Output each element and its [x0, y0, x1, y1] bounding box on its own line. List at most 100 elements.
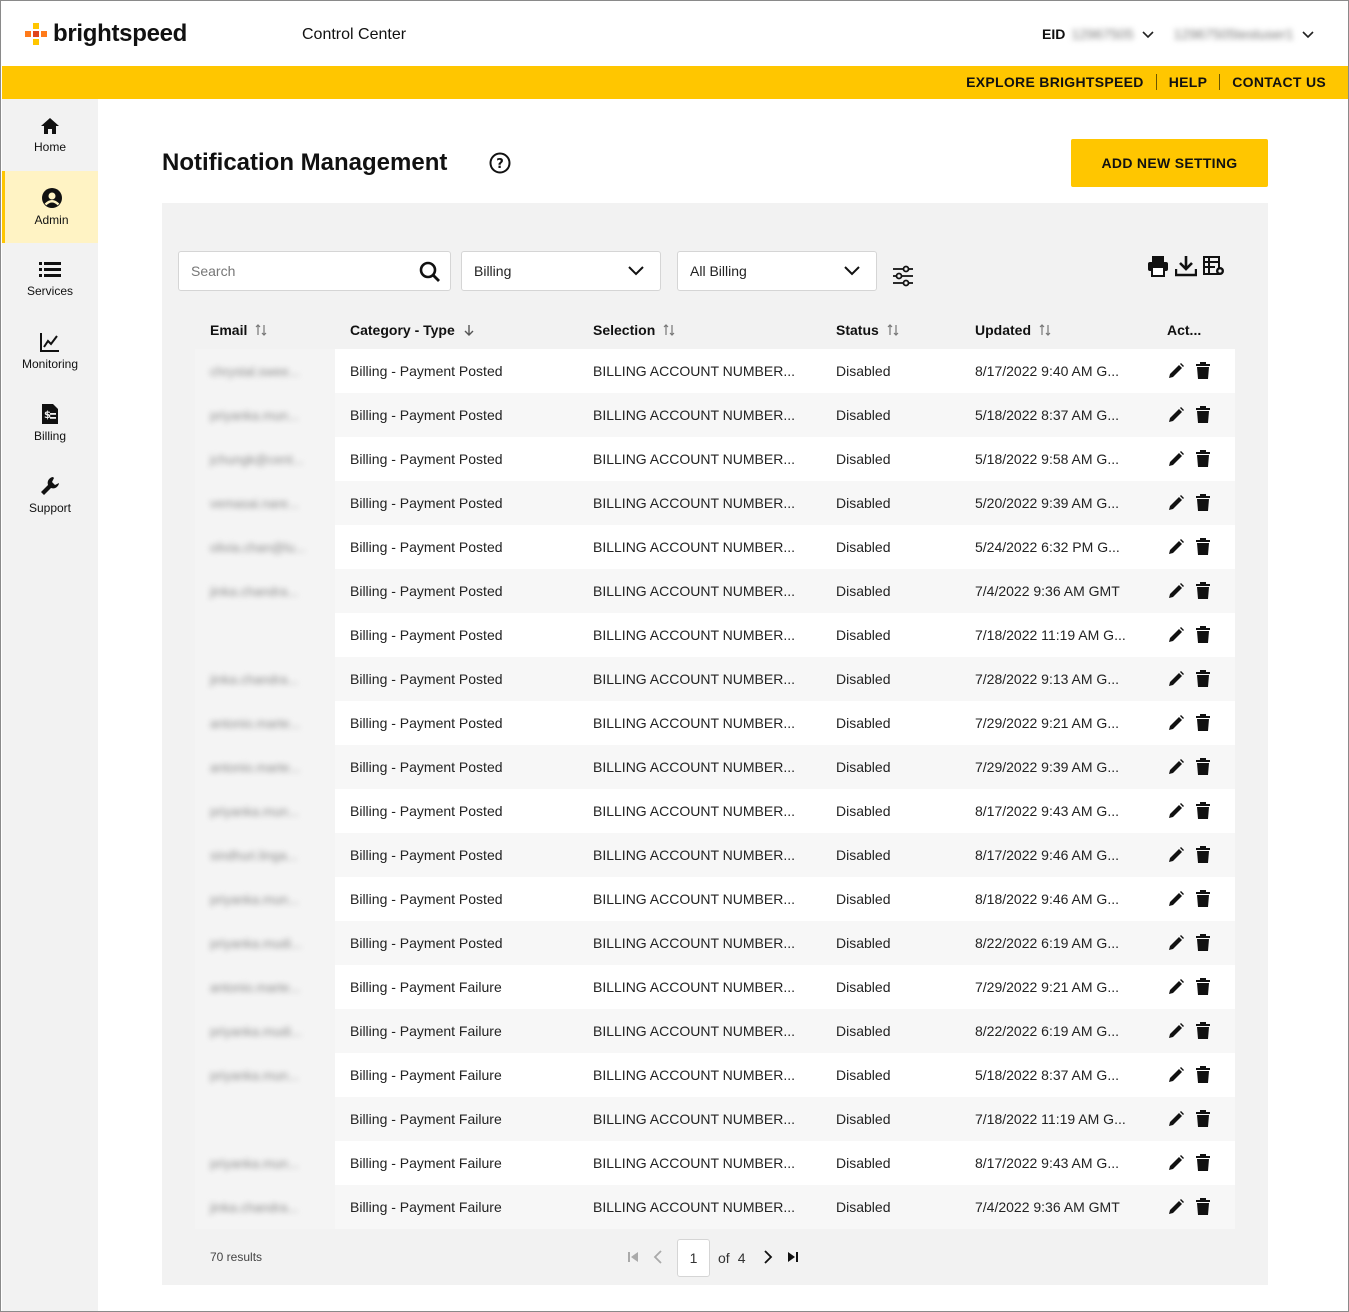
delete-trash-icon[interactable] — [1195, 1154, 1211, 1172]
delete-trash-icon[interactable] — [1195, 714, 1211, 732]
explore-brightspeed-link[interactable]: EXPLORE BRIGHTSPEED — [954, 74, 1157, 90]
updated-cell: 5/24/2022 6:32 PM G... — [975, 539, 1120, 555]
print-icon[interactable] — [1147, 255, 1169, 282]
sort-descending-icon[interactable] — [463, 324, 475, 336]
selection-cell: BILLING ACCOUNT NUMBER... — [593, 407, 796, 423]
delete-trash-icon[interactable] — [1195, 890, 1211, 908]
wrench-icon — [41, 477, 59, 495]
delete-trash-icon[interactable] — [1195, 450, 1211, 468]
help-link[interactable]: HELP — [1157, 74, 1221, 90]
first-page-icon[interactable] — [627, 1250, 639, 1266]
sort-icon[interactable] — [1039, 324, 1051, 336]
delete-trash-icon[interactable] — [1195, 362, 1211, 380]
edit-pencil-icon[interactable] — [1167, 1110, 1185, 1128]
delete-trash-icon[interactable] — [1195, 846, 1211, 864]
column-header-email[interactable]: Email — [195, 322, 335, 338]
help-circle-icon[interactable]: ? — [489, 152, 511, 179]
next-page-icon[interactable] — [763, 1249, 773, 1267]
user-chevron-down-icon[interactable] — [1301, 26, 1314, 42]
of-label: of — [718, 1250, 730, 1266]
status-cell: Disabled — [836, 759, 891, 775]
email-value: antonio.marte... — [210, 760, 301, 775]
sidebar-item-support[interactable]: Support — [2, 459, 98, 531]
contact-us-link[interactable]: CONTACT US — [1220, 74, 1326, 90]
delete-trash-icon[interactable] — [1195, 1022, 1211, 1040]
sort-icon[interactable] — [255, 324, 267, 336]
delete-trash-icon[interactable] — [1195, 802, 1211, 820]
table-row: priyanka.mudi... Billing - Payment Posted… — [195, 921, 1235, 965]
edit-pencil-icon[interactable] — [1167, 670, 1185, 688]
table-row: priyanka.mun... Billing - Payment Posted B… — [195, 877, 1235, 921]
column-header-status[interactable]: Status — [821, 322, 960, 338]
edit-pencil-icon[interactable] — [1167, 1022, 1185, 1040]
type-select[interactable]: All Billing — [677, 251, 877, 291]
search-icon[interactable] — [419, 261, 441, 288]
edit-pencil-icon[interactable] — [1167, 1198, 1185, 1216]
edit-pencil-icon[interactable] — [1167, 802, 1185, 820]
eid-chevron-down-icon[interactable] — [1142, 26, 1154, 42]
table-tools — [1147, 255, 1225, 282]
edit-pencil-icon[interactable] — [1167, 1154, 1185, 1172]
brand-logo[interactable]: brightspeed — [25, 20, 187, 48]
add-new-setting-button[interactable]: ADD NEW SETTING — [1071, 139, 1268, 187]
column-header-label: Status — [836, 322, 879, 338]
edit-pencil-icon[interactable] — [1167, 934, 1185, 952]
email-cell: priyanka.mudi... — [195, 1009, 335, 1053]
edit-pencil-icon[interactable] — [1167, 450, 1185, 468]
user-menu-name[interactable]: 12967505testuser1 — [1174, 26, 1294, 42]
sidebar-item-admin[interactable]: Admin — [2, 171, 98, 243]
email-cell: jinka.chandra... — [195, 569, 335, 613]
sort-icon[interactable] — [663, 324, 675, 336]
edit-pencil-icon[interactable] — [1167, 538, 1185, 556]
table-row: Billing - Payment Posted BILLING ACCOUNT … — [195, 613, 1235, 657]
column-header-updated[interactable]: Updated — [960, 322, 1152, 338]
column-header-category-type[interactable]: Category - Type — [335, 322, 578, 338]
category-type-cell: Billing - Payment Posted — [350, 539, 503, 555]
edit-pencil-icon[interactable] — [1167, 362, 1185, 380]
delete-trash-icon[interactable] — [1195, 494, 1211, 512]
current-page-input[interactable]: 1 — [677, 1239, 710, 1277]
edit-pencil-icon[interactable] — [1167, 714, 1185, 732]
search-input[interactable] — [191, 252, 411, 290]
email-value: antonio.marte... — [210, 716, 301, 731]
column-header-selection[interactable]: Selection — [578, 322, 821, 338]
updated-cell: 7/18/2022 11:19 AM G... — [975, 1111, 1126, 1127]
search-box[interactable] — [178, 251, 451, 291]
delete-trash-icon[interactable] — [1195, 758, 1211, 776]
notifications-table: Email Category - Type Selection Status U… — [195, 311, 1235, 1229]
edit-pencil-icon[interactable] — [1167, 1066, 1185, 1084]
edit-pencil-icon[interactable] — [1167, 978, 1185, 996]
edit-pencil-icon[interactable] — [1167, 846, 1185, 864]
filter-sliders-icon[interactable] — [892, 265, 914, 292]
delete-trash-icon[interactable] — [1195, 1198, 1211, 1216]
download-icon[interactable] — [1174, 255, 1198, 282]
delete-trash-icon[interactable] — [1195, 626, 1211, 644]
delete-trash-icon[interactable] — [1195, 1110, 1211, 1128]
delete-trash-icon[interactable] — [1195, 582, 1211, 600]
edit-pencil-icon[interactable] — [1167, 626, 1185, 644]
last-page-icon[interactable] — [787, 1250, 799, 1266]
edit-pencil-icon[interactable] — [1167, 406, 1185, 424]
sidebar-item-billing[interactable]: $ Billing — [2, 387, 98, 459]
delete-trash-icon[interactable] — [1195, 670, 1211, 688]
sidebar-item-home[interactable]: Home — [2, 99, 98, 171]
updated-cell: 8/17/2022 9:43 AM G... — [975, 1155, 1119, 1171]
edit-pencil-icon[interactable] — [1167, 890, 1185, 908]
sidebar-item-services[interactable]: Services — [2, 243, 98, 315]
eid-value[interactable]: 12967505 — [1071, 26, 1133, 42]
sidebar-item-monitoring[interactable]: Monitoring — [2, 315, 98, 387]
delete-trash-icon[interactable] — [1195, 538, 1211, 556]
table-settings-icon[interactable] — [1203, 255, 1225, 282]
delete-trash-icon[interactable] — [1195, 934, 1211, 952]
delete-trash-icon[interactable] — [1195, 406, 1211, 424]
actions-cell — [1152, 494, 1235, 512]
edit-pencil-icon[interactable] — [1167, 494, 1185, 512]
category-select[interactable]: Billing — [461, 251, 661, 291]
edit-pencil-icon[interactable] — [1167, 758, 1185, 776]
sort-icon[interactable] — [887, 324, 899, 336]
delete-trash-icon[interactable] — [1195, 978, 1211, 996]
previous-page-icon[interactable] — [653, 1249, 663, 1267]
email-value: antonio.marte... — [210, 980, 301, 995]
delete-trash-icon[interactable] — [1195, 1066, 1211, 1084]
edit-pencil-icon[interactable] — [1167, 582, 1185, 600]
